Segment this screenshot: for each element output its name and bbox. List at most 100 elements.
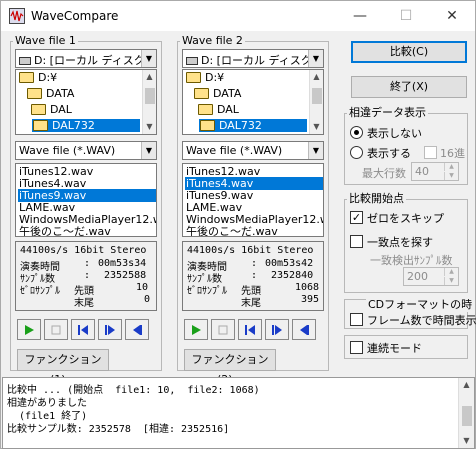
function-1-button[interactable]: ファンクション(1)...: [17, 349, 109, 386]
scroll-thumb[interactable]: [462, 406, 472, 426]
folder-item-selected[interactable]: DAL732: [199, 119, 307, 132]
scroll-down-icon[interactable]: ▼: [459, 434, 474, 448]
play-button-1[interactable]: [17, 319, 41, 340]
tail-label: 末尾: [241, 298, 261, 309]
drive-select-1-value: D: [ローカル ディスク]: [34, 54, 149, 67]
folder-scrollbar-1[interactable]: ▲ ▼: [142, 70, 156, 134]
skip-start-button-1[interactable]: [71, 319, 95, 340]
skip-start-button-2[interactable]: [238, 319, 262, 340]
chevron-down-icon[interactable]: ▼: [141, 50, 156, 67]
open-folder-icon: [200, 120, 215, 131]
radio-hide[interactable]: [350, 126, 363, 139]
stop-button-1[interactable]: [44, 319, 68, 340]
minimize-button[interactable]: —: [337, 1, 383, 31]
tail-label: 末尾: [74, 298, 94, 309]
max-lines-label: 最大行数: [362, 167, 406, 180]
tail-value: 0: [144, 294, 151, 305]
match-samples-spinner[interactable]: 200 ▲ ▼: [403, 267, 459, 286]
filter-select-1[interactable]: Wave file (*.WAV) ▼: [15, 141, 157, 160]
chevron-down-icon[interactable]: ▼: [308, 50, 323, 67]
wave-file-2-label: Wave file 2: [180, 34, 245, 47]
duration-value: 00m53s42: [265, 258, 314, 269]
folder-item[interactable]: DATA: [26, 87, 74, 100]
drive-select-1[interactable]: D: [ローカル ディスク] ▼: [15, 49, 157, 68]
rewind-button-1[interactable]: [125, 319, 149, 340]
stop-icon: [51, 325, 61, 335]
spin-up-icon[interactable]: ▲: [444, 268, 458, 276]
audio-format: 44100s/s 16bit Stereo: [20, 245, 147, 256]
folder-item[interactable]: D:¥: [185, 71, 224, 84]
match-samples-value: 200: [407, 270, 428, 283]
max-lines-spinner[interactable]: 40 ▲ ▼: [411, 162, 459, 181]
samples-value: 2352588: [104, 270, 147, 281]
find-match-label: 一致点を探す: [367, 236, 433, 249]
hex-label: 16進: [440, 147, 465, 160]
drive-select-2[interactable]: D: [ローカル ディスク] ▼: [182, 49, 324, 68]
find-match-checkbox[interactable]: [350, 235, 363, 248]
scroll-down-icon[interactable]: ▼: [310, 120, 323, 134]
file-info-1: 44100s/s 16bit Stereo 演奏時間 : 00m53s34 ｻﾝ…: [15, 241, 157, 311]
max-lines-value: 40: [415, 165, 429, 178]
maximize-button[interactable]: ☐: [383, 1, 429, 31]
folder-item[interactable]: D:¥: [18, 71, 57, 84]
list-item[interactable]: 午後のこ〜だ.wav: [185, 225, 278, 236]
folder-scrollbar-2[interactable]: ▲ ▼: [309, 70, 323, 134]
open-folder-icon: [19, 72, 34, 83]
scroll-up-icon[interactable]: ▲: [143, 70, 156, 84]
continuous-mode-checkbox[interactable]: [350, 341, 363, 354]
folder-item[interactable]: DAL: [197, 103, 239, 116]
log-line: 比較サンプル数: 2352578 [相違: 2352516]: [7, 424, 230, 435]
next-icon: [105, 325, 115, 335]
app-icon: [9, 8, 25, 24]
folder-item[interactable]: DATA: [193, 87, 241, 100]
hex-checkbox[interactable]: [424, 146, 437, 159]
log-scrollbar[interactable]: ▲ ▼: [458, 378, 474, 448]
filter-select-2[interactable]: Wave file (*.WAV) ▼: [182, 141, 324, 160]
file-list-2[interactable]: iTunes12.wav iTunes4.wav iTunes9.wav LAM…: [182, 163, 324, 237]
open-folder-icon: [33, 120, 48, 131]
skip-zero-checkbox[interactable]: ✓: [350, 211, 363, 224]
play-button-2[interactable]: [184, 319, 208, 340]
skip-start-icon: [78, 325, 88, 335]
spin-down-icon[interactable]: ▼: [444, 172, 458, 180]
list-item[interactable]: 午後のこ〜だ.wav: [18, 225, 111, 236]
samples-value: 2352840: [271, 270, 314, 281]
head-value: 1068: [295, 282, 320, 293]
stop-button-2[interactable]: [211, 319, 235, 340]
scroll-thumb[interactable]: [145, 88, 155, 104]
play-icon: [25, 325, 34, 335]
duration-value: 00m53s34: [98, 258, 147, 269]
close-button[interactable]: ✕: [429, 1, 475, 31]
folder-item-selected[interactable]: DAL732: [32, 119, 140, 132]
wave-file-1-label: Wave file 1: [13, 34, 78, 47]
spin-up-icon[interactable]: ▲: [444, 163, 458, 171]
compare-button[interactable]: 比較(C): [351, 41, 467, 63]
drive-icon: [19, 57, 31, 65]
scroll-down-icon[interactable]: ▼: [143, 120, 156, 134]
folder-list-2[interactable]: D:¥ DATA DAL DAL732 ▲ ▼: [182, 69, 324, 135]
file-list-1[interactable]: iTunes12.wav iTunes4.wav iTunes9.wav LAM…: [15, 163, 157, 237]
open-folder-icon: [194, 88, 209, 99]
scroll-thumb[interactable]: [312, 88, 322, 104]
log-output[interactable]: 比較中 ... (開始点 file1: 10, file2: 1068) 相違が…: [2, 377, 475, 449]
next-icon: [272, 325, 282, 335]
folder-item[interactable]: DAL: [30, 103, 72, 116]
title-bar: WaveCompare — ☐ ✕: [1, 1, 475, 31]
zero-samples-label: ｾﾞﾛｻﾝﾌﾟﾙ: [187, 286, 227, 297]
spin-down-icon[interactable]: ▼: [444, 277, 458, 285]
frame-time-checkbox[interactable]: [350, 313, 363, 326]
drive-select-2-value: D: [ローカル ディスク]: [201, 54, 316, 67]
next-button-2[interactable]: [265, 319, 289, 340]
cd-format-title: CDフォーマットの時: [366, 296, 475, 312]
scroll-up-icon[interactable]: ▲: [459, 378, 474, 392]
radio-show[interactable]: [350, 146, 363, 159]
chevron-down-icon[interactable]: ▼: [308, 142, 323, 159]
exit-button[interactable]: 終了(X): [351, 76, 467, 98]
next-button-1[interactable]: [98, 319, 122, 340]
radio-show-label: 表示する: [367, 147, 411, 160]
function-2-button[interactable]: ファンクション(2)...: [184, 349, 276, 386]
chevron-down-icon[interactable]: ▼: [141, 142, 156, 159]
scroll-up-icon[interactable]: ▲: [310, 70, 323, 84]
rewind-button-2[interactable]: [292, 319, 316, 340]
folder-list-1[interactable]: D:¥ DATA DAL DAL732 ▲ ▼: [15, 69, 157, 135]
